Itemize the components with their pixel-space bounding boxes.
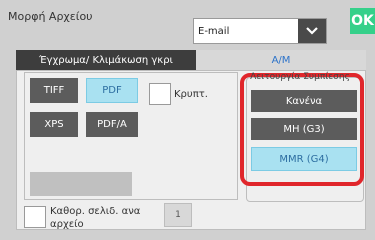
page-title: Μορφή Αρχείου xyxy=(8,10,93,23)
compression-none-button[interactable]: Κανένα xyxy=(251,90,357,112)
format-tiff-button[interactable]: TIFF xyxy=(30,78,78,103)
dialog-frame: Μορφή Αρχείου E-mail OK Έγχρωμα/ Κλιμάκω… xyxy=(0,0,375,240)
pages-per-file-checkbox[interactable] xyxy=(24,206,46,228)
destination-select[interactable]: E-mail xyxy=(193,18,327,44)
ok-button[interactable]: OK xyxy=(350,8,375,34)
tab-color-grayscale[interactable]: Έγχρωμα/ Κλιμάκωση γκρι xyxy=(16,50,196,70)
pages-per-file-label-line1: Καθορ. σελιδ. ανα xyxy=(50,206,141,217)
tab-black-white[interactable]: Α/Μ xyxy=(196,50,366,70)
disabled-option-button xyxy=(30,172,132,196)
format-xps-button[interactable]: XPS xyxy=(30,112,78,137)
compression-title: Λειτουργία Συμπίεσης xyxy=(250,72,350,82)
format-pdfa-button[interactable]: PDF/A xyxy=(86,112,138,137)
encrypt-label: Κρυπτ. xyxy=(174,89,208,100)
pages-per-file-input[interactable]: 1 xyxy=(164,203,192,227)
compression-mmr-button[interactable]: MMR (G4) xyxy=(251,147,357,171)
destination-select-value: E-mail xyxy=(198,26,230,37)
chevron-down-icon[interactable] xyxy=(298,19,326,43)
format-pdf-button[interactable]: PDF xyxy=(86,78,138,103)
compression-mh-button[interactable]: MH (G3) xyxy=(251,118,357,140)
pages-per-file-label-line2: αρχείο xyxy=(50,219,84,230)
encrypt-checkbox[interactable] xyxy=(149,83,171,105)
